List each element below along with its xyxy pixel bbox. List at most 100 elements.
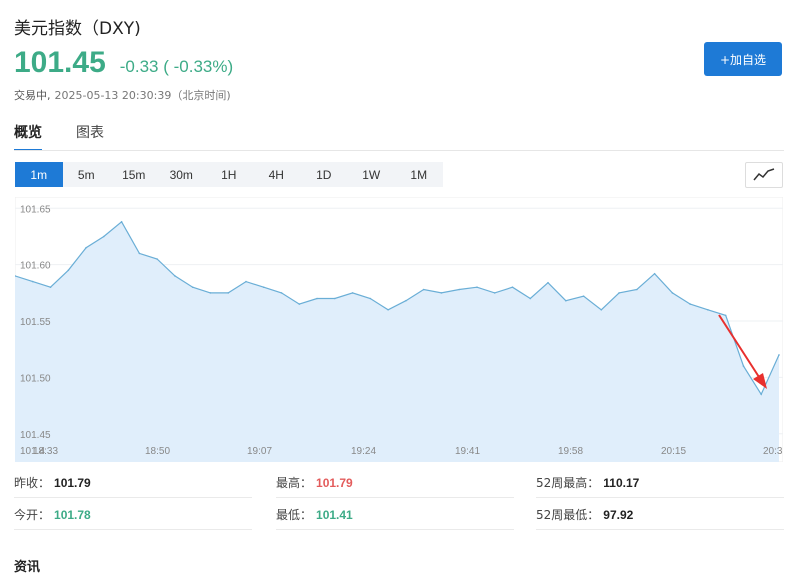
- data-point: [529, 297, 532, 300]
- data-point: [32, 280, 34, 283]
- period-15m[interactable]: 15m: [110, 162, 158, 187]
- data-point: [209, 292, 212, 294]
- period-4h[interactable]: 4H: [253, 162, 301, 187]
- data-point: [191, 286, 194, 288]
- stat-divider: [276, 497, 514, 498]
- price-change: -0.33 ( -0.33%): [119, 57, 234, 76]
- price-chart[interactable]: 101.65 101.60 101.55 101.50 101.45 18:33 18:50…: [15, 197, 783, 462]
- stat-open: 今开： 101.78: [14, 506, 91, 523]
- timestamp: 2025-05-13 20:30:39（北京时间): [54, 89, 231, 102]
- stat-high: 最高： 101.79: [276, 474, 353, 491]
- data-point: [262, 286, 265, 288]
- data-point: [227, 292, 229, 294]
- x-tick-label: 19:41: [455, 446, 480, 457]
- stat-value: 101.79: [316, 476, 353, 490]
- tab-chart[interactable]: 图表: [76, 122, 104, 151]
- data-point: [724, 314, 727, 317]
- price-row: 101.45 -0.33 ( -0.33%): [14, 46, 233, 80]
- data-point: [636, 288, 638, 291]
- stat-52w-high: 52周最高： 110.17: [536, 474, 639, 491]
- y-tick-label: 101.55: [20, 317, 51, 328]
- stat-divider: [14, 497, 252, 498]
- y-tick-label: 101.50: [20, 373, 51, 384]
- data-point: [49, 286, 52, 288]
- data-point: [422, 288, 425, 291]
- stat-value: 101.41: [316, 508, 353, 522]
- data-point: [156, 258, 158, 260]
- x-tick-label: 19:07: [247, 446, 272, 457]
- data-point: [671, 292, 674, 294]
- data-point: [298, 303, 301, 305]
- tab-overview[interactable]: 概览: [14, 122, 42, 151]
- status-text: 交易中,: [14, 89, 51, 102]
- data-point: [476, 286, 478, 288]
- period-selector: 1m 5m 15m 30m 1H 4H 1D 1W 1M: [15, 162, 443, 187]
- data-point: [351, 292, 354, 294]
- data-point: [742, 365, 745, 367]
- data-point: [511, 286, 514, 288]
- data-point: [67, 269, 70, 272]
- data-point: [280, 292, 283, 294]
- y-tick-label-bottom: 101.4: [20, 446, 45, 457]
- x-tick-label: 20:15: [661, 446, 686, 457]
- stat-value: 101.79: [54, 476, 91, 490]
- price-chart-svg: 101.65101.60101.55101.50101.4518:33 18:50…: [15, 197, 783, 462]
- data-point: [316, 297, 318, 300]
- stat-divider: [536, 497, 784, 498]
- period-1d[interactable]: 1D: [300, 162, 348, 187]
- trading-status: 交易中, 2025-05-13 20:30:39（北京时间): [14, 87, 231, 103]
- stat-value: 97.92: [603, 508, 634, 522]
- data-point: [458, 288, 461, 291]
- data-point: [369, 297, 372, 300]
- data-point: [547, 281, 549, 284]
- data-point: [600, 309, 603, 311]
- page-title: 美元指数（DXY): [14, 19, 141, 39]
- data-point: [387, 309, 389, 311]
- data-point: [405, 299, 407, 302]
- period-1m[interactable]: 1m: [15, 162, 63, 187]
- stat-label: 今开：: [14, 508, 51, 522]
- x-tick-label: 19:58: [558, 446, 583, 457]
- y-tick-label: 101.45: [20, 430, 51, 441]
- main-tabs: 概览 图表: [14, 122, 138, 151]
- data-point: [174, 275, 176, 277]
- period-1mo[interactable]: 1M: [395, 162, 443, 187]
- stat-divider: [276, 529, 514, 530]
- line-chart-icon: [753, 168, 775, 181]
- news-section-title: 资讯: [14, 560, 41, 575]
- period-1w[interactable]: 1W: [348, 162, 396, 187]
- data-point: [760, 393, 762, 396]
- stat-label: 最低：: [276, 508, 313, 522]
- data-point: [440, 292, 443, 294]
- stat-label: 52周最高：: [536, 476, 600, 490]
- data-point: [689, 303, 691, 305]
- period-5m[interactable]: 5m: [63, 162, 111, 187]
- current-price: 101.45: [14, 46, 106, 79]
- stat-divider: [14, 529, 252, 530]
- x-tick-label: 19:24: [351, 446, 376, 457]
- x-tick-label: 20:3: [763, 446, 783, 457]
- data-point: [103, 235, 105, 238]
- stat-label: 昨收：: [14, 476, 51, 490]
- x-tick-label: 18:50: [145, 446, 170, 457]
- stat-value: 101.78: [54, 508, 91, 522]
- data-point: [334, 297, 336, 300]
- tabs-divider: [14, 150, 784, 151]
- period-1h[interactable]: 1H: [205, 162, 253, 187]
- add-watchlist-button[interactable]: +加自选: [704, 42, 782, 76]
- y-tick-label: 101.60: [20, 261, 51, 272]
- data-point: [85, 246, 87, 249]
- data-point: [618, 292, 620, 294]
- y-tick-label: 101.65: [20, 204, 51, 215]
- data-point: [653, 272, 656, 275]
- chart-type-button[interactable]: [745, 162, 783, 188]
- data-point: [707, 309, 709, 311]
- data-point: [245, 280, 247, 283]
- stat-label: 52周最低：: [536, 508, 600, 522]
- stat-prev-close: 昨收： 101.79: [14, 474, 91, 491]
- stat-low: 最低： 101.41: [276, 506, 353, 523]
- data-point: [778, 354, 780, 356]
- data-point: [120, 221, 123, 223]
- period-30m[interactable]: 30m: [158, 162, 206, 187]
- stat-52w-low: 52周最低： 97.92: [536, 506, 633, 523]
